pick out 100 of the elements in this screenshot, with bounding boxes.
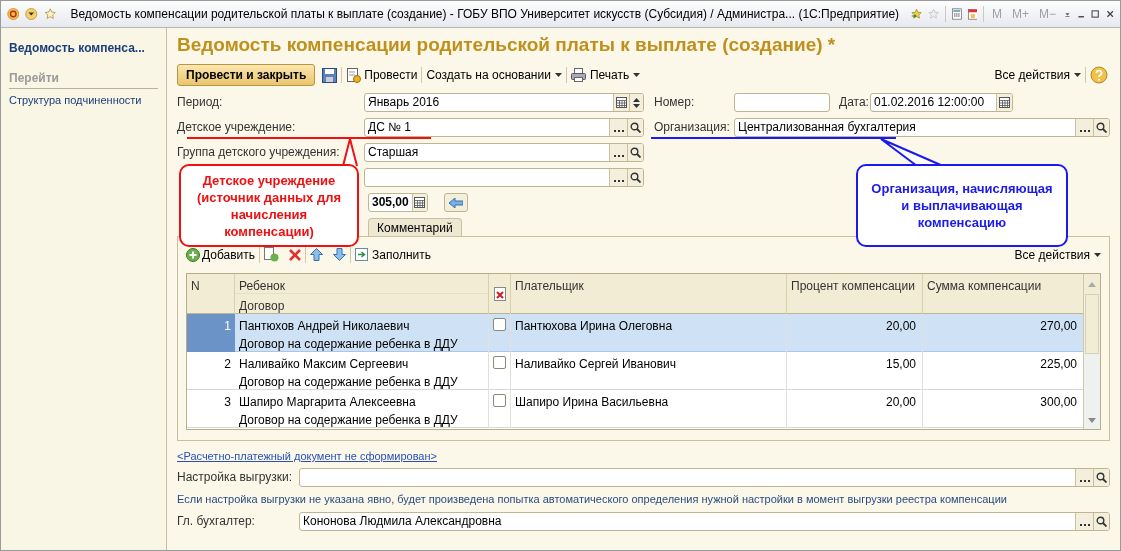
table-cell-text: Договор на содержание ребенка в ДДУ — [238, 374, 459, 390]
dots-icon — [1079, 480, 1090, 483]
table-cell: 20,00 — [787, 390, 923, 428]
caret-icon — [1074, 73, 1081, 77]
table-cell: 1 — [187, 314, 235, 352]
period-field[interactable]: Январь 2016 — [364, 93, 644, 112]
arrow-star-icon[interactable] — [911, 6, 923, 22]
calendar-icon[interactable] — [967, 6, 978, 22]
table-cell-text: Договор на содержание ребенка в ДДУ — [238, 412, 459, 428]
table-row[interactable]: 1 Пантюхов Андрей Николаевич Договор на содержание ребенка в ДДУ Пантюхова Ирина Олеговна 20,00 270,00 — [187, 314, 1083, 352]
callout: Детское учреждение (источник данных для начисления компенсации) — [179, 164, 359, 247]
table-row[interactable]: 2 Наливайко Максим Сергеевич Договор на содержание ребенка в ДДУ Наливайко Сергей Иванович 15,00 225,00 — [187, 352, 1083, 390]
table-row[interactable]: 3 Шапиро Маргарита Алексеевна Договор на содержание ребенка в ДДУ Шапиро Ирина Васильевна 20,00 300,00 — [187, 390, 1083, 428]
left-arrow-icon — [449, 197, 463, 208]
checkbox[interactable] — [493, 394, 506, 407]
field-label: Организация: — [654, 119, 730, 136]
checkbox[interactable] — [493, 356, 506, 369]
menu-icon[interactable] — [25, 5, 38, 23]
field-label: Дата: — [839, 94, 869, 111]
search-button[interactable] — [1093, 469, 1109, 486]
calendar-icon — [414, 197, 426, 208]
field-label: Гл. бухгалтер: — [177, 513, 255, 530]
table-cell-text: Пантюхов Андрей Николаевич — [238, 318, 411, 333]
search-button[interactable] — [1093, 119, 1109, 136]
scrollbar[interactable] — [1083, 274, 1100, 429]
number-field[interactable] — [734, 93, 830, 112]
tab[interactable]: Комментарий — [368, 218, 462, 236]
table-cell-text: 270,00 — [1039, 318, 1078, 335]
form-title: Ведомость компенсации родительской платы к выплате (создание) * — [177, 33, 837, 57]
down-arrow-icon[interactable] — [333, 248, 347, 261]
all-actions-button[interactable]: Все действия — [1014, 245, 1101, 264]
sidebar-section: Перейти — [9, 69, 158, 89]
all-actions-button[interactable]: Все действия — [994, 66, 1081, 84]
dots-icon — [1079, 524, 1090, 527]
column-header[interactable]: Ребенок — [235, 274, 488, 294]
save-icon[interactable] — [322, 67, 338, 83]
caret-icon — [554, 73, 562, 77]
calendar-icon — [616, 97, 627, 108]
scroll-down-icon[interactable] — [1088, 417, 1096, 423]
dots-icon — [1079, 130, 1090, 133]
delete-icon[interactable] — [289, 248, 302, 261]
search-button[interactable] — [627, 119, 643, 136]
copy-icon[interactable] — [264, 247, 280, 262]
search-icon — [1096, 516, 1107, 527]
spin-icon — [633, 96, 640, 109]
dots-icon — [613, 180, 624, 183]
up-arrow-icon[interactable] — [310, 248, 324, 261]
star-icon[interactable] — [928, 6, 940, 22]
select-button[interactable] — [1075, 119, 1093, 136]
table-cell-text: Наливайко Максим Сергеевич — [238, 356, 410, 371]
sidebar-title[interactable]: Ведомость компенса... — [9, 39, 158, 57]
search-button[interactable] — [627, 169, 643, 186]
table-cell-text: 225,00 — [1039, 356, 1078, 373]
select-button[interactable] — [609, 169, 627, 186]
field-label: Группа детского учреждения: — [177, 144, 340, 161]
help-icon[interactable] — [1090, 66, 1108, 84]
payment-document-link[interactable]: <Расчетно-платежный документ не сформирован> — [177, 448, 437, 464]
search-icon — [630, 122, 641, 133]
total-field[interactable]: 305,00 — [368, 193, 428, 212]
create-based-button[interactable]: Создать на основании — [426, 66, 562, 84]
search-icon — [630, 147, 641, 158]
select-button[interactable] — [609, 119, 627, 136]
calculator-icon[interactable] — [951, 6, 962, 22]
post-button[interactable]: Провести — [346, 66, 418, 84]
checkbox[interactable] — [493, 318, 506, 331]
select-button[interactable] — [1075, 469, 1093, 486]
search-button[interactable] — [1093, 513, 1109, 530]
group-field[interactable]: Старшая — [364, 143, 644, 162]
hint-text: Если настройка выгрузки не указана явно, будет произведена попытка автоматического определения нужной настройки в момент выгрузки реестра компенсации — [177, 492, 1008, 507]
export-setting-field[interactable] — [299, 468, 1110, 487]
date-field[interactable]: 01.02.2016 12:00:00 — [870, 93, 1013, 112]
back-button[interactable] — [444, 193, 468, 212]
institution-field[interactable]: ДС № 1 — [364, 118, 644, 137]
chief-accountant-field[interactable]: Кононова Людмила Александровна — [299, 512, 1110, 531]
table-cell-text: Договор на содержание ребенка в ДДУ — [238, 336, 459, 352]
select-button[interactable] — [609, 144, 627, 161]
maximize-icon[interactable] — [1091, 8, 1100, 20]
table-cell-text: 300,00 — [1039, 394, 1078, 411]
input-field[interactable] — [364, 168, 644, 187]
close-icon[interactable] — [1105, 8, 1114, 20]
print-button[interactable]: Печать — [570, 66, 641, 84]
spin-button[interactable] — [629, 94, 643, 111]
fill-button[interactable]: Заполнить — [355, 245, 431, 264]
fill-icon — [355, 248, 369, 261]
column-header[interactable]: Договор — [235, 294, 488, 314]
field-label: Настройка выгрузки: — [177, 469, 293, 486]
document-delete-icon[interactable] — [493, 287, 506, 301]
select-button[interactable] — [1075, 513, 1093, 530]
app-logo-icon[interactable] — [7, 5, 20, 23]
calendar-icon — [999, 97, 1010, 108]
column-header[interactable]: Сумма компенсации — [923, 274, 1083, 314]
search-button[interactable] — [627, 144, 643, 161]
dots-icon — [613, 130, 624, 133]
search-icon — [630, 172, 641, 183]
field-label: Детское учреждение: — [177, 119, 296, 136]
post-and-close-button[interactable]: Провести и закрыть — [177, 64, 316, 86]
printer-icon — [570, 68, 586, 82]
sidebar-link[interactable]: Структура подчиненности — [9, 92, 158, 109]
document-icon — [346, 67, 362, 83]
field-label: Период: — [177, 94, 223, 111]
